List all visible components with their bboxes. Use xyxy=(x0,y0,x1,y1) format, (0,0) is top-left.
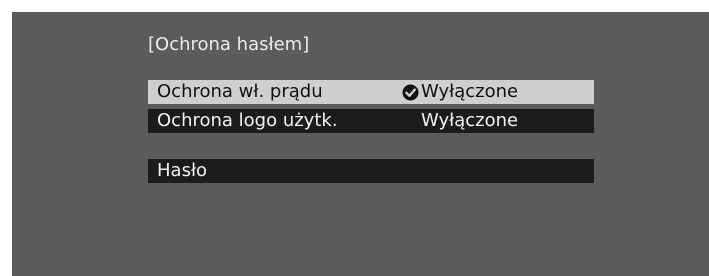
menu-item-value-text: Wyłączone xyxy=(421,110,519,131)
menu-item-label: Hasło xyxy=(157,160,208,181)
menu-item-label: Ochrona wł. prądu xyxy=(157,81,323,102)
menu-item-value[interactable]: Wyłączone xyxy=(402,80,518,104)
projector-menu-screen: [Ochrona hasłem] Ochrona wł. prądu Wyłąc… xyxy=(12,12,709,276)
check-circle-icon xyxy=(402,84,419,101)
menu-item-value-text: Wyłączone xyxy=(421,81,519,102)
menu-item-label: Ochrona logo użytk. xyxy=(157,110,338,131)
menu-item-user-logo-protection[interactable]: Ochrona logo użytk. Wyłączone xyxy=(148,109,594,133)
menu-item-value[interactable]: Wyłączone xyxy=(402,109,518,133)
menu-title: [Ochrona hasłem] xyxy=(148,34,310,55)
menu-item-power-on-protection[interactable]: Ochrona wł. prądu Wyłączone xyxy=(148,80,594,104)
menu-item-password[interactable]: Hasło xyxy=(148,159,594,183)
